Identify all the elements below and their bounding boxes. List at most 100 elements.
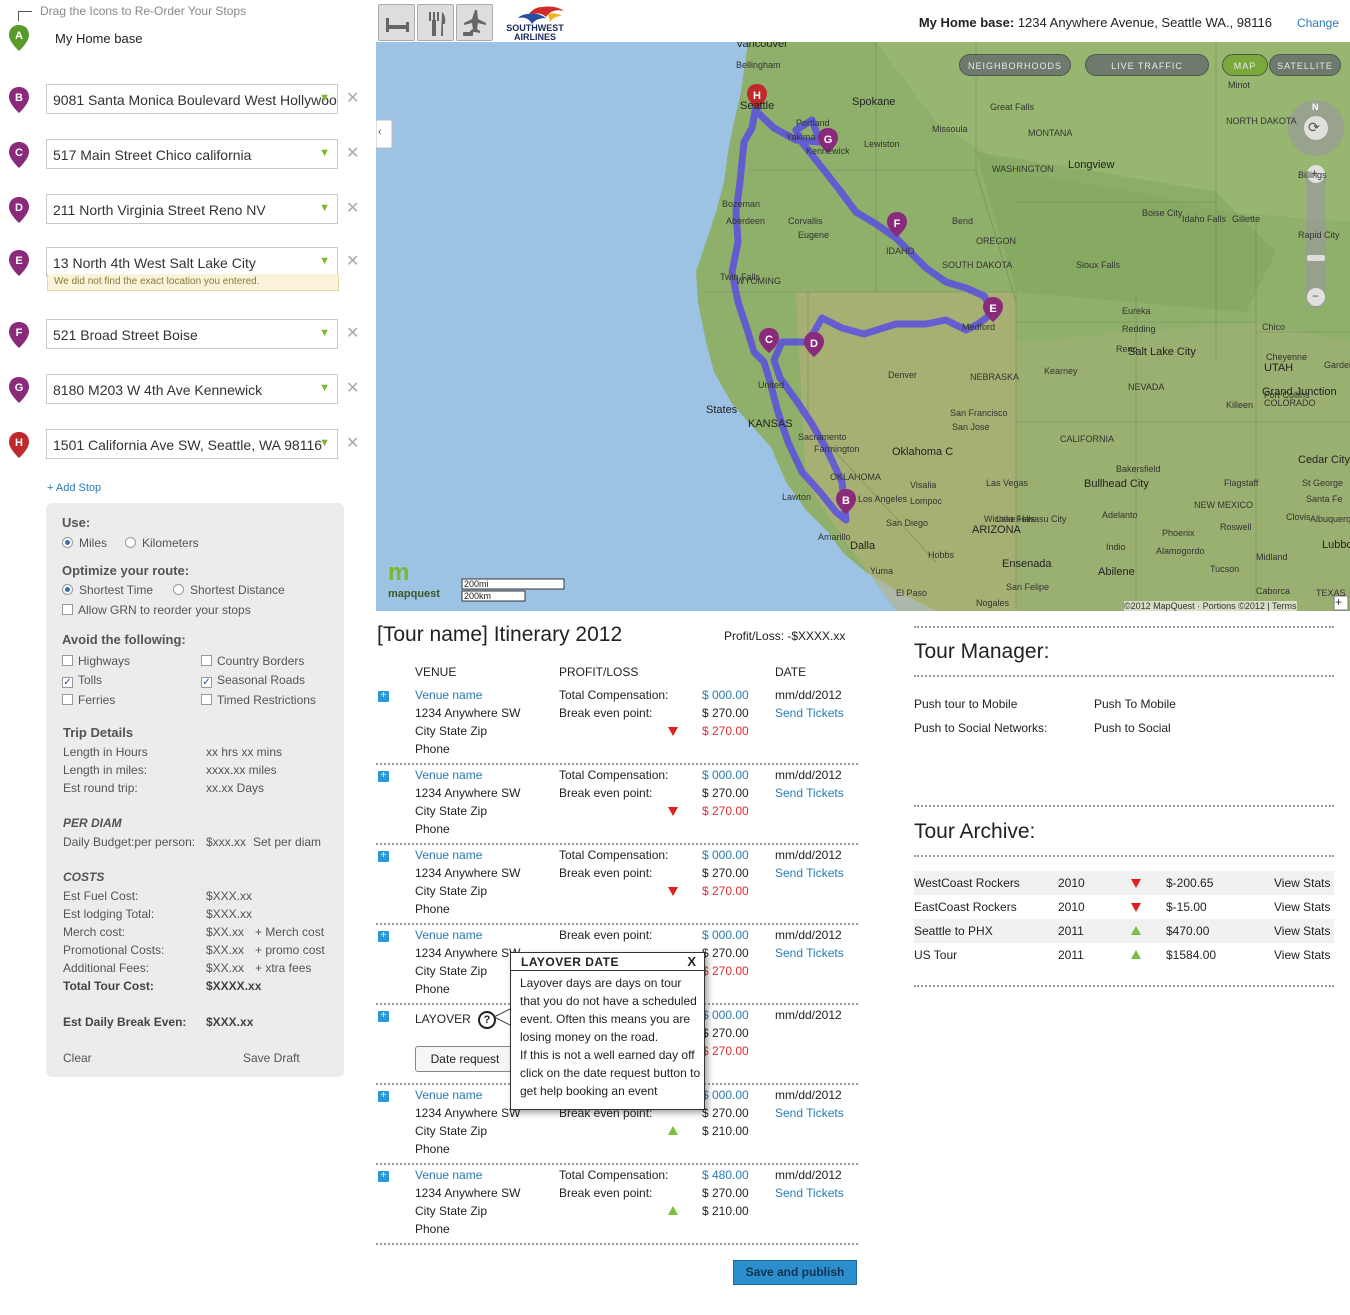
map-pin-icon[interactable]: E bbox=[8, 249, 30, 277]
map-city-label: States bbox=[706, 404, 738, 416]
map-pin-icon[interactable]: D bbox=[8, 196, 30, 224]
break-even-label: Break even point: bbox=[559, 706, 653, 720]
plane-car-icon bbox=[463, 10, 486, 36]
stop-row[interactable]: C 517 Main Street Chico california ▼ ✕ bbox=[8, 139, 368, 179]
map-city-label: Spokane bbox=[852, 96, 896, 108]
send-tickets-link[interactable]: Send Tickets bbox=[775, 1106, 844, 1120]
mapquest-logo-icon: m bbox=[388, 559, 410, 586]
stop-row[interactable]: G 8180 M203 W 4th Ave Kennewick ▼ ✕ bbox=[8, 374, 368, 414]
venue-name-link[interactable]: Venue name bbox=[415, 1088, 482, 1102]
remove-stop-icon[interactable]: ✕ bbox=[346, 323, 359, 343]
view-stats-link[interactable]: View Stats bbox=[1274, 948, 1330, 962]
push-mobile-link[interactable]: Push To Mobile bbox=[1094, 697, 1176, 711]
send-tickets-link[interactable]: Send Tickets bbox=[775, 946, 844, 960]
rotate-icon[interactable]: ⟳ bbox=[1308, 119, 1320, 136]
live-traffic-button[interactable]: LIVE TRAFFIC bbox=[1085, 54, 1209, 76]
svg-text:C: C bbox=[15, 147, 23, 159]
expand-plus-icon[interactable]: + bbox=[378, 851, 389, 862]
view-stats-link[interactable]: View Stats bbox=[1274, 924, 1330, 938]
shortest-time-radio[interactable]: Shortest Time bbox=[62, 583, 153, 597]
merch-cost-link[interactable]: + Merch cost bbox=[255, 925, 324, 939]
food-filter-button[interactable] bbox=[417, 4, 454, 41]
venue-name-link[interactable]: Venue name bbox=[415, 768, 482, 782]
miles-radio[interactable]: Miles bbox=[62, 536, 107, 550]
set-per-diam-link[interactable]: Set per diam bbox=[253, 835, 321, 849]
remove-stop-icon[interactable]: ✕ bbox=[346, 143, 359, 163]
map-city-label: San Diego bbox=[886, 518, 929, 528]
send-tickets-link[interactable]: Send Tickets bbox=[775, 706, 844, 720]
map-view-button[interactable]: MAP bbox=[1222, 54, 1268, 76]
net-value: $ 270.00 bbox=[702, 724, 749, 738]
expand-plus-icon[interactable]: + bbox=[378, 1011, 389, 1022]
venue-name-link[interactable]: Venue name bbox=[415, 1168, 482, 1182]
map-pin-icon[interactable]: F bbox=[8, 321, 30, 349]
clear-link[interactable]: Clear bbox=[63, 1051, 92, 1065]
map-city-label: Gillette bbox=[1232, 214, 1261, 224]
ferries-checkbox[interactable]: Ferries bbox=[62, 693, 115, 707]
stop-row[interactable]: B 9081 Santa Monica Boulevard West Hollyw… bbox=[8, 84, 368, 124]
neighborhoods-button[interactable]: NEIGHBORHOODS bbox=[959, 54, 1071, 76]
stop-row[interactable]: D 211 North Virginia Street Reno NV ▼ ✕ bbox=[8, 194, 368, 234]
stop-address-select[interactable]: 517 Main Street Chico california ▼ bbox=[46, 139, 338, 169]
tolls-checkbox[interactable]: ✓ Tolls bbox=[62, 673, 102, 688]
route-map[interactable]: H G F E D C B ‹ NEIGHBORHOODS LIVE TRAFF… bbox=[376, 42, 1350, 611]
highways-checkbox[interactable]: Highways bbox=[62, 654, 130, 668]
promo-cost-link[interactable]: + promo cost bbox=[255, 943, 325, 957]
map-pin-icon[interactable]: B bbox=[8, 86, 30, 114]
send-tickets-link[interactable]: Send Tickets bbox=[775, 1186, 844, 1200]
add-stop-link[interactable]: + Add Stop bbox=[47, 482, 101, 494]
venue-city: City State Zip bbox=[415, 724, 488, 738]
view-stats-link[interactable]: View Stats bbox=[1274, 876, 1330, 890]
map-pin-icon[interactable]: G bbox=[8, 376, 30, 404]
map-city-label: Albuquerque bbox=[1310, 514, 1350, 524]
allow-reorder-checkbox[interactable]: Allow GRN to reorder your stops bbox=[62, 603, 251, 617]
send-tickets-link[interactable]: Send Tickets bbox=[775, 786, 844, 800]
map-city-label: Garden City bbox=[1324, 360, 1350, 370]
kilometers-radio[interactable]: Kilometers bbox=[125, 536, 199, 550]
stop-address-select[interactable]: 1501 California Ave SW, Seattle, WA 9811… bbox=[46, 429, 338, 459]
venue-name-link[interactable]: Venue name bbox=[415, 688, 482, 702]
expand-plus-icon[interactable]: + bbox=[378, 1171, 389, 1182]
home-stop-marker[interactable]: A bbox=[8, 24, 30, 55]
date-request-button[interactable]: Date request bbox=[415, 1046, 515, 1072]
expand-plus-icon[interactable]: + bbox=[378, 931, 389, 942]
stop-address-select[interactable]: 521 Broad Street Boise ▼ bbox=[46, 319, 338, 349]
country-borders-checkbox[interactable]: Country Borders bbox=[201, 654, 304, 668]
stop-address-select[interactable]: 13 North 4th West Salt Lake City ▼ bbox=[46, 247, 338, 277]
stop-address-select[interactable]: 211 North Virginia Street Reno NV ▼ bbox=[46, 194, 338, 224]
stop-address-select[interactable]: 8180 M203 W 4th Ave Kennewick ▼ bbox=[46, 374, 338, 404]
change-home-link[interactable]: Change bbox=[1297, 16, 1339, 30]
expand-plus-icon[interactable]: + bbox=[378, 691, 389, 702]
push-social-link[interactable]: Push to Social bbox=[1094, 721, 1171, 735]
venue-name-link[interactable]: Venue name bbox=[415, 848, 482, 862]
save-and-publish-button[interactable]: Save and publish bbox=[733, 1260, 857, 1285]
extra-fees-link[interactable]: + xtra fees bbox=[255, 961, 311, 975]
send-tickets-link[interactable]: Send Tickets bbox=[775, 866, 844, 880]
stop-row[interactable]: F 521 Broad Street Boise ▼ ✕ bbox=[8, 319, 368, 359]
map-city-label: Tucson bbox=[1210, 564, 1240, 574]
view-stats-link[interactable]: View Stats bbox=[1274, 900, 1330, 914]
satellite-view-button[interactable]: SATELLITE bbox=[1269, 54, 1341, 76]
expand-plus-icon[interactable]: + bbox=[378, 771, 389, 782]
seasonal-roads-checkbox[interactable]: ✓ Seasonal Roads bbox=[201, 673, 305, 688]
remove-stop-icon[interactable]: ✕ bbox=[346, 251, 359, 271]
remove-stop-icon[interactable]: ✕ bbox=[346, 378, 359, 398]
timed-restrictions-checkbox[interactable]: Timed Restrictions bbox=[201, 693, 316, 707]
save-draft-link[interactable]: Save Draft bbox=[243, 1051, 300, 1065]
remove-stop-icon[interactable]: ✕ bbox=[346, 433, 359, 453]
southwest-airlines-logo[interactable]: SOUTHWEST AIRLINES bbox=[502, 4, 568, 42]
map-pin-icon[interactable]: C bbox=[8, 141, 30, 169]
expand-plus-icon[interactable]: + bbox=[378, 1091, 389, 1102]
remove-stop-icon[interactable]: ✕ bbox=[346, 198, 359, 218]
zoom-out-icon[interactable]: − bbox=[1312, 289, 1319, 303]
stop-row[interactable]: H 1501 California Ave SW, Seattle, WA 981… bbox=[8, 429, 368, 469]
stop-address-select[interactable]: 9081 Santa Monica Boulevard West Hollywo… bbox=[46, 84, 338, 114]
lodging-filter-button[interactable] bbox=[378, 4, 415, 41]
shortest-distance-radio[interactable]: Shortest Distance bbox=[173, 583, 285, 597]
map-pin-icon[interactable]: H bbox=[8, 431, 30, 459]
collapse-panel-icon[interactable]: ‹ bbox=[378, 126, 382, 138]
flight-filter-button[interactable] bbox=[456, 4, 493, 41]
remove-stop-icon[interactable]: ✕ bbox=[346, 88, 359, 108]
venue-name-link[interactable]: Venue name bbox=[415, 928, 482, 942]
close-icon[interactable]: X bbox=[687, 954, 696, 969]
